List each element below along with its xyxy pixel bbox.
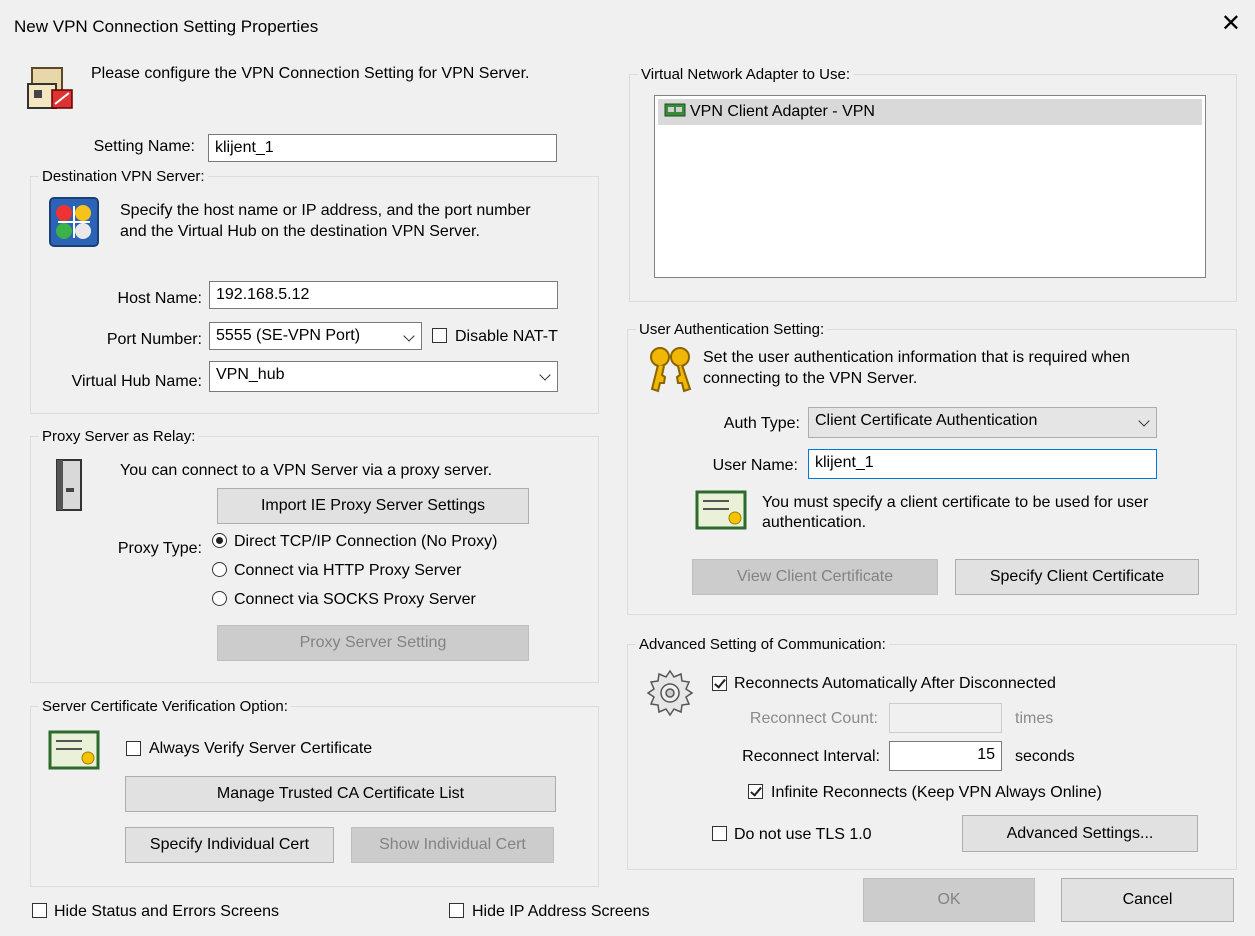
- gear-icon: [645, 668, 695, 723]
- hide-status-checkbox[interactable]: [32, 903, 47, 918]
- proxy-option-socks-radio[interactable]: [212, 591, 227, 606]
- close-icon[interactable]: ✕: [1221, 12, 1241, 36]
- virtual-hub-value: VPN_hub: [216, 366, 285, 383]
- disable-natt-checkbox[interactable]: [432, 328, 447, 343]
- user-auth-legend: User Authentication Setting:: [639, 321, 825, 338]
- adapter-legend: Virtual Network Adapter to Use:: [641, 66, 850, 83]
- chevron-down-icon: [403, 330, 415, 342]
- proxy-desc: You can connect to a VPN Server via a pr…: [120, 462, 493, 479]
- network-adapter-icon: [664, 103, 686, 122]
- specify-individual-cert-button[interactable]: Specify Individual Cert: [125, 827, 334, 863]
- auth-type-select[interactable]: Client Certificate Authentication: [808, 407, 1157, 438]
- manage-trusted-ca-button[interactable]: Manage Trusted CA Certificate List: [125, 776, 556, 812]
- vpn-connection-icon: [26, 64, 76, 115]
- reconnect-count-unit: times: [1015, 710, 1054, 727]
- port-number-value: 5555 (SE-VPN Port): [216, 327, 361, 344]
- client-certificate-icon: [695, 490, 747, 535]
- hide-status-label: Hide Status and Errors Screens: [54, 903, 279, 920]
- user-name-label: User Name:: [712, 457, 798, 474]
- port-number-label: Port Number:: [106, 331, 202, 348]
- advanced-legend: Advanced Setting of Communication:: [639, 636, 886, 653]
- adapter-list-item[interactable]: VPN Client Adapter - VPN: [658, 99, 1202, 125]
- auth-type-value: Client Certificate Authentication: [815, 412, 1038, 429]
- setting-name-input[interactable]: klijent_1: [208, 134, 557, 162]
- proxy-option-http-radio[interactable]: [212, 562, 227, 577]
- proxy-server-icon: [54, 458, 84, 517]
- user-auth-desc-line2: connecting to the VPN Server.: [703, 370, 918, 387]
- proxy-option-http-label: Connect via HTTP Proxy Server: [234, 562, 462, 579]
- intro-text: Please configure the VPN Connection Sett…: [91, 65, 530, 82]
- user-auth-desc-line1: Set the user authentication information …: [703, 349, 1130, 366]
- proxy-server-setting-button[interactable]: Proxy Server Setting: [217, 625, 529, 661]
- chevron-down-icon: [1138, 415, 1150, 427]
- no-tls-label: Do not use TLS 1.0: [734, 826, 872, 843]
- reconnect-auto-checkbox[interactable]: [712, 676, 727, 691]
- destination-legend: Destination VPN Server:: [42, 168, 205, 185]
- disable-natt-label: Disable NAT-T: [455, 328, 558, 345]
- setting-name-label: Setting Name:: [93, 138, 195, 155]
- reconnect-count-label: Reconnect Count:: [749, 710, 878, 727]
- reconnect-count-input[interactable]: [889, 703, 1002, 733]
- reconnect-interval-label: Reconnect Interval:: [742, 748, 880, 765]
- certificate-icon: [48, 730, 100, 775]
- virtual-hub-select[interactable]: VPN_hub: [209, 361, 558, 392]
- always-verify-checkbox[interactable]: [126, 741, 141, 756]
- infinite-reconnects-label: Infinite Reconnects (Keep VPN Always Onl…: [771, 784, 1102, 801]
- adapter-list[interactable]: VPN Client Adapter - VPN: [654, 95, 1206, 278]
- port-number-select[interactable]: 5555 (SE-VPN Port): [209, 322, 422, 350]
- vpn-server-icon: [48, 196, 100, 253]
- specify-client-certificate-button[interactable]: Specify Client Certificate: [955, 559, 1199, 595]
- auth-type-label: Auth Type:: [723, 415, 800, 432]
- no-tls-checkbox[interactable]: [712, 826, 727, 841]
- hide-ip-label: Hide IP Address Screens: [472, 903, 650, 920]
- show-individual-cert-button[interactable]: Show Individual Cert: [351, 827, 554, 863]
- view-client-certificate-button[interactable]: View Client Certificate: [692, 559, 938, 595]
- hide-ip-checkbox[interactable]: [449, 903, 464, 918]
- ok-button[interactable]: OK: [863, 878, 1035, 922]
- user-name-input[interactable]: klijent_1: [808, 449, 1157, 479]
- reconnect-auto-label: Reconnects Automatically After Disconnec…: [734, 675, 1056, 692]
- import-ie-proxy-button[interactable]: Import IE Proxy Server Settings: [217, 488, 529, 524]
- host-name-input[interactable]: 192.168.5.12: [209, 281, 558, 309]
- host-name-label: Host Name:: [117, 290, 202, 307]
- adapter-item-label: VPN Client Adapter - VPN: [690, 103, 875, 120]
- proxy-option-direct-radio[interactable]: [212, 533, 227, 548]
- reconnect-interval-unit: seconds: [1015, 748, 1075, 765]
- cancel-button[interactable]: Cancel: [1061, 878, 1234, 922]
- proxy-type-label: Proxy Type:: [117, 540, 202, 557]
- keys-icon: [646, 345, 696, 402]
- cert-note-line2: authentication.: [762, 514, 867, 531]
- advanced-settings-button[interactable]: Advanced Settings...: [962, 815, 1198, 852]
- proxy-option-direct-label: Direct TCP/IP Connection (No Proxy): [234, 533, 498, 550]
- virtual-hub-label: Virtual Hub Name:: [71, 373, 202, 390]
- window-title: New VPN Connection Setting Properties: [14, 17, 319, 36]
- destination-desc-line2: and the Virtual Hub on the destination V…: [120, 223, 480, 240]
- proxy-legend: Proxy Server as Relay:: [42, 428, 196, 445]
- always-verify-label: Always Verify Server Certificate: [149, 740, 373, 757]
- server-cert-legend: Server Certificate Verification Option:: [42, 698, 288, 715]
- cert-note-line1: You must specify a client certificate to…: [762, 494, 1149, 511]
- destination-desc-line1: Specify the host name or IP address, and…: [120, 202, 531, 219]
- infinite-reconnects-checkbox[interactable]: [748, 784, 763, 799]
- proxy-option-socks-label: Connect via SOCKS Proxy Server: [234, 591, 476, 608]
- chevron-down-icon: [539, 369, 551, 381]
- reconnect-interval-input[interactable]: 15: [889, 741, 1002, 771]
